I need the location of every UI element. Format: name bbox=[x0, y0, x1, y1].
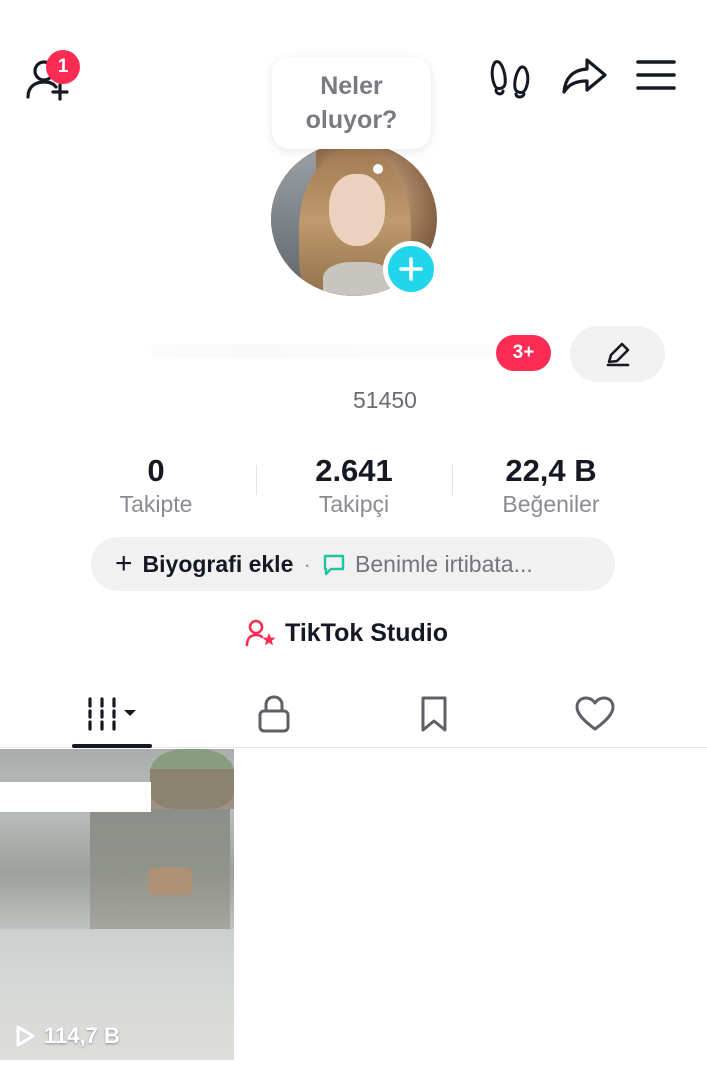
stat-divider bbox=[256, 465, 257, 495]
video-caption-overlay bbox=[0, 782, 151, 812]
stat-likes[interactable]: 22,4 B Beğeniler bbox=[481, 452, 621, 518]
footprints-icon bbox=[490, 60, 530, 99]
video-thumbnail[interactable]: 114,7 B bbox=[0, 749, 234, 1060]
username bbox=[150, 344, 500, 358]
followers-label: Takipçi bbox=[318, 491, 390, 517]
grid-icon bbox=[88, 697, 136, 731]
add-bio-label[interactable]: Biyografi ekle bbox=[143, 551, 294, 578]
video-views-count: 114,7 B bbox=[44, 1023, 120, 1048]
profile-badge[interactable]: 3+ bbox=[496, 335, 551, 371]
menu-icon bbox=[636, 60, 676, 90]
message-bubble-icon bbox=[323, 554, 345, 576]
status-note-line1: Neler bbox=[320, 71, 383, 100]
notification-badge: 1 bbox=[46, 50, 80, 84]
lock-icon bbox=[258, 695, 290, 733]
stat-followers[interactable]: 2.641 Takipçi bbox=[289, 452, 419, 518]
contact-label[interactable]: Benimle irtibata... bbox=[355, 551, 533, 578]
tab-private[interactable] bbox=[234, 680, 314, 748]
followers-count: 2.641 bbox=[315, 453, 393, 488]
stat-following[interactable]: 0 Takipte bbox=[96, 452, 216, 518]
tiktok-studio-link[interactable]: TikTok Studio bbox=[245, 615, 448, 651]
heart-icon bbox=[575, 696, 615, 731]
following-label: Takipte bbox=[119, 491, 193, 517]
profile-tabs bbox=[0, 680, 707, 748]
active-tab-indicator bbox=[72, 744, 152, 748]
plus-icon bbox=[399, 257, 423, 281]
stat-divider bbox=[452, 465, 453, 495]
edit-profile-button[interactable] bbox=[570, 326, 665, 382]
share-icon bbox=[562, 58, 607, 94]
share-profile-button[interactable] bbox=[560, 55, 610, 97]
video-views: 114,7 B bbox=[14, 1023, 120, 1049]
menu-button[interactable] bbox=[634, 58, 678, 94]
bubble-tail-dot bbox=[373, 164, 383, 174]
tab-saved[interactable] bbox=[394, 680, 474, 748]
tiktok-studio-label: TikTok Studio bbox=[285, 618, 448, 647]
bookmark-icon bbox=[421, 696, 447, 732]
likes-count: 22,4 B bbox=[505, 453, 597, 488]
user-id: 51450 bbox=[353, 387, 417, 413]
tab-videos[interactable] bbox=[72, 680, 152, 748]
creator-person-star-icon bbox=[245, 619, 276, 647]
profile-views-button[interactable] bbox=[488, 58, 534, 100]
status-note-line2: oluyor? bbox=[305, 106, 398, 134]
username-row bbox=[150, 330, 550, 376]
play-icon bbox=[16, 1025, 35, 1047]
tab-liked[interactable] bbox=[555, 680, 635, 748]
pencil-icon bbox=[606, 342, 629, 367]
bio-pill[interactable]: + Biyografi ekle · Benimle irtibata... bbox=[91, 537, 615, 591]
likes-label: Beğeniler bbox=[502, 491, 600, 517]
add-story-button[interactable] bbox=[383, 241, 439, 297]
following-count: 0 bbox=[147, 453, 165, 488]
add-bio-plus-icon: + bbox=[115, 547, 133, 580]
bio-separator: · bbox=[303, 550, 312, 577]
status-note-bubble[interactable]: Neler oluyor? bbox=[272, 57, 431, 149]
